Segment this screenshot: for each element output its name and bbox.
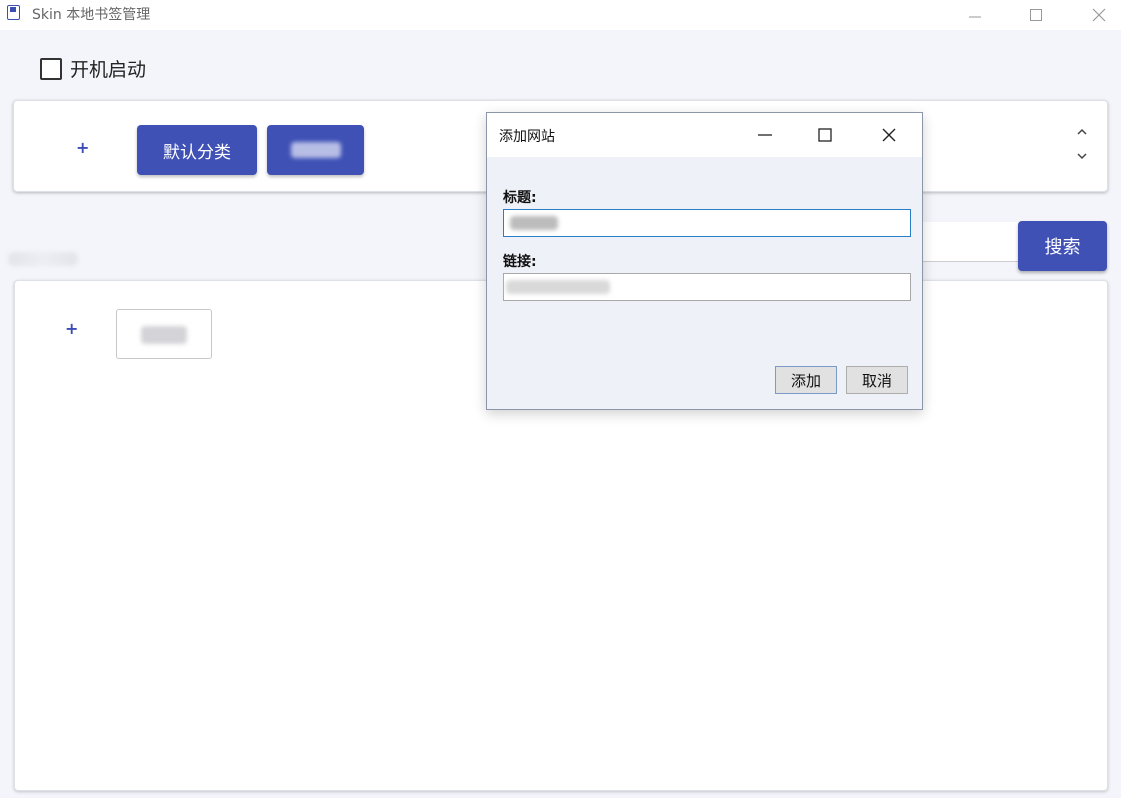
add-category-button[interactable]: + (76, 138, 89, 157)
link-field-label: 链接: (503, 254, 537, 270)
cancel-button[interactable]: 取消 (846, 366, 908, 394)
close-button[interactable] (1076, 0, 1121, 30)
scroll-up-icon[interactable] (1075, 121, 1089, 145)
maximize-button[interactable] (1013, 0, 1059, 30)
maximize-icon (818, 128, 832, 142)
title-input[interactable] (503, 209, 911, 237)
search-input[interactable] (920, 222, 1020, 262)
redacted-bookmark-title (141, 326, 187, 344)
category-scroll[interactable] (1075, 121, 1089, 169)
title-bar: Skin 本地书签管理 (0, 0, 1121, 30)
dialog-title: 添加网站 (499, 129, 555, 145)
title-field-label: 标题: (503, 190, 537, 206)
minimize-button[interactable] (952, 0, 998, 30)
search-button[interactable]: 搜索 (1018, 221, 1107, 271)
add-button[interactable]: 添加 (775, 366, 837, 394)
redacted-section-label (8, 252, 78, 266)
maximize-icon (1030, 9, 1042, 21)
redacted-title-value (510, 216, 558, 230)
category-button-redacted[interactable] (267, 125, 364, 175)
autostart-checkbox[interactable] (40, 57, 62, 80)
add-website-dialog: 添加网站 标题: 链接: 添加 取消 (486, 112, 923, 410)
category-label: 默认分类 (163, 142, 231, 163)
dialog-maximize-button[interactable] (802, 113, 848, 157)
redacted-category-label (290, 142, 341, 158)
link-input[interactable] (503, 273, 911, 301)
dialog-close-button[interactable] (866, 113, 912, 157)
minimize-icon (758, 134, 772, 136)
close-icon (882, 128, 896, 142)
dialog-title-bar: 添加网站 (487, 113, 922, 157)
close-icon (1092, 8, 1106, 22)
bookmark-app-icon (7, 5, 20, 20)
redacted-link-value (506, 280, 610, 294)
bookmark-card[interactable] (116, 309, 212, 359)
add-bookmark-button[interactable]: + (65, 319, 78, 338)
window-title: Skin 本地书签管理 (32, 7, 151, 23)
dialog-minimize-button[interactable] (742, 113, 788, 157)
autostart-toggle[interactable]: 开机启动 (40, 55, 146, 82)
category-button-default[interactable]: 默认分类 (137, 125, 257, 175)
scroll-down-icon[interactable] (1075, 145, 1089, 169)
autostart-label: 开机启动 (70, 59, 147, 81)
minimize-icon (969, 16, 981, 18)
